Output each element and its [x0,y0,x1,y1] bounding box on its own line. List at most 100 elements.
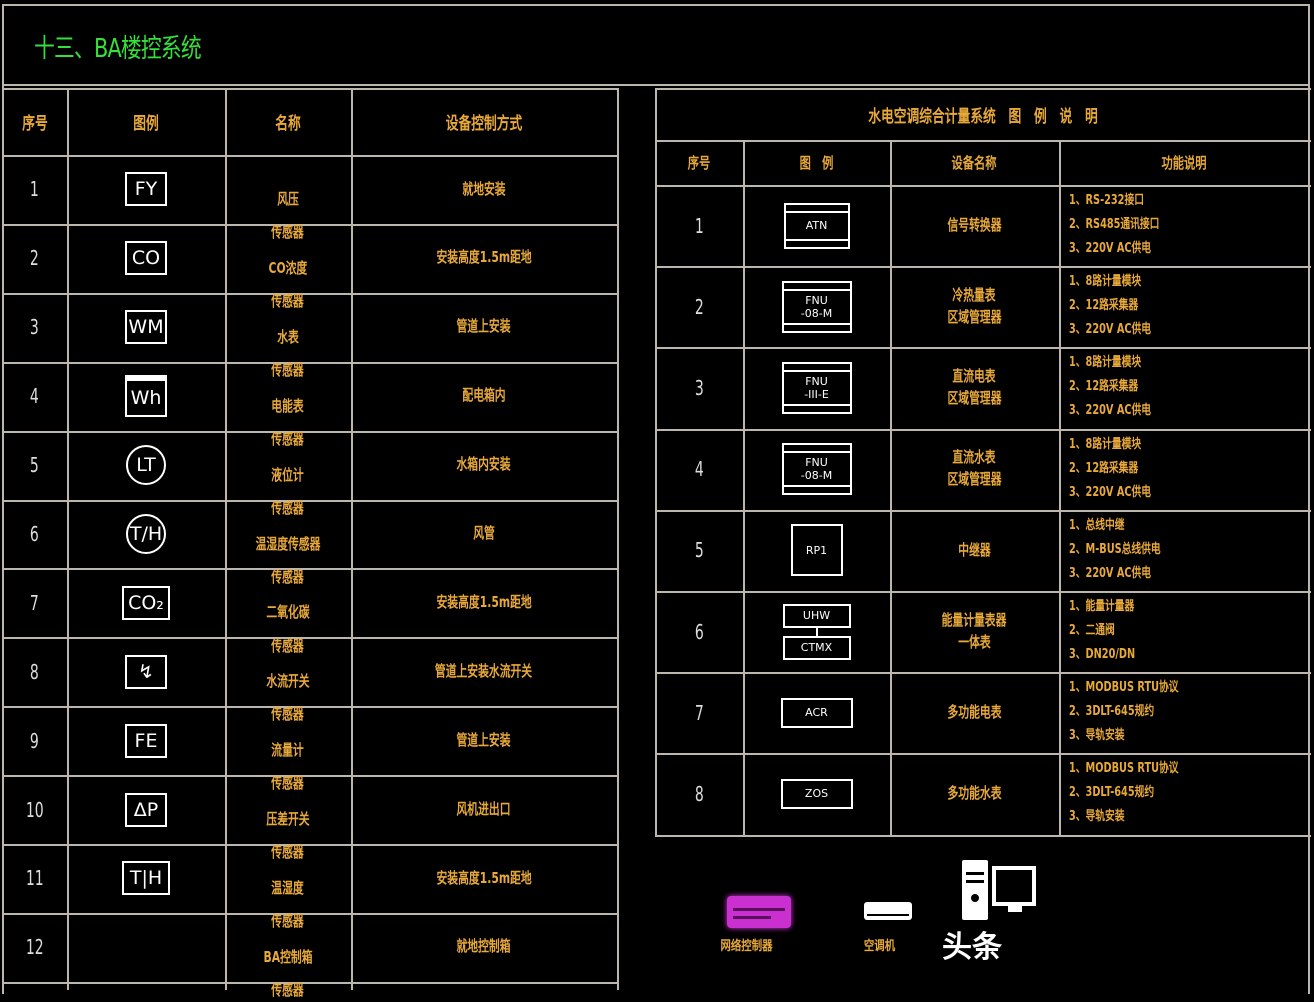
row-number-text: 5 [694,538,704,563]
device-name: 信号转换器 [890,185,1059,266]
device-symbol-icon: FNU -III-E [781,361,852,414]
device-symbol-cell: FNU -08-M [743,266,890,347]
row-name-text: BA控制箱 [263,947,313,966]
device-function-line: 3、220V AC供电 [1069,403,1152,419]
device-name: 多功能水表 [890,753,1059,834]
legend-symbol-wm-icon: WM [125,310,167,345]
device-function-line: 1、总线中继 [1069,517,1125,533]
row-number: 6 [2,500,67,569]
row-number: 5 [2,431,67,500]
device-symbol-icon: UHW [782,603,851,628]
row-name-text: 传感器 [271,292,305,311]
row-number: 3 [655,347,743,428]
device-name-text: 多功能电表 [947,702,1002,721]
device-function: 1、8路计量模块 2、12路采集器 3、220V AC供电 [1069,433,1249,506]
air-conditioner-icon [864,902,912,920]
device-symbol-cell: ATN [743,185,890,266]
column-header: 序号 [655,140,743,185]
device-symbol-icon: CTMX [782,635,851,660]
row-number-text: 8 [694,781,704,806]
row-number-text: 3 [694,375,704,400]
watermark: 头条 [942,930,1002,965]
legend-symbol-co-icon: CO₂ [122,585,170,620]
legend-symbol-cell: CO₂ [67,568,225,637]
row-control: 管道上安装水流开关 [351,637,617,706]
row-control: 配电箱内 [351,362,617,431]
column-divider [1059,140,1061,835]
device-function-line: 3、220V AC供电 [1069,484,1152,500]
legend-symbol-cell: T|H [67,844,225,913]
row-control-text: 风机进出口 [456,799,511,818]
connector-line [815,627,818,636]
row-name-text: 传感器 [271,843,305,862]
device-function: 1、MODBUS RTU协议 2、3DLT-645规约 3、导轨安装 [1069,757,1249,830]
row-name-text: 传感器 [271,360,305,379]
device-function-line: 1、MODBUS RTU协议 [1069,761,1179,777]
row-number: 1 [655,185,743,266]
row-control: 水箱内安装 [351,431,617,500]
column-header: 名称 [225,88,351,155]
legend-symbol-cell: CO [67,224,225,293]
device-function-line: 2、12路采集器 [1069,298,1139,314]
column-header-text: 名称 [275,114,301,134]
drawing-title: 十三、BA楼控系统 [34,34,202,64]
device-name: 直流水表 区域管理器 [890,429,1059,510]
row-control-text: 配电箱内 [462,386,506,405]
row-control: 风管 [351,500,617,569]
row-number: 10 [2,775,67,844]
device-name: 能量计量表器 一体表 [890,591,1059,672]
row-number: 11 [2,844,67,913]
row-name-text: 传感器 [271,705,305,724]
row-number: 4 [2,362,67,431]
column-header: 序号 [2,88,67,155]
row-control: 管道上安装 [351,706,617,775]
row-name: 流量计 传感器 [225,726,351,795]
row-name: 温湿度 传感器 [225,864,351,933]
column-header: 图 例 [743,140,890,185]
device-function-line: 3、导轨安装 [1069,809,1125,825]
column-header-text: 图 例 [799,154,834,172]
device-function: 1、能量计量器 2、二通阀 3、DN20/DN [1069,595,1249,668]
legend-symbol-cell: LT [67,431,225,500]
device-function-line: 3、220V AC供电 [1069,565,1152,581]
device-symbol-cell: ZOS [743,753,890,834]
row-divider [655,834,1311,837]
row-control-text: 管道上安装 [456,317,511,336]
device-symbol-cell: ACR [743,672,890,753]
device-symbol-icon: FNU -08-M [781,280,852,333]
device-name-text: 直流水表 [952,448,997,467]
row-name-text: 液位计 [271,465,305,484]
row-name: 温湿度传感器 传感器 [225,520,351,589]
legend-symbol-co-icon: CO [125,241,167,276]
legend-symbol--icon: ↯ [125,654,167,689]
device-name: 冷热量表 区域管理器 [890,266,1059,347]
device-name-text: 区域管理器 [947,470,1002,489]
row-name: 水流开关 传感器 [225,657,351,726]
row-number-text: 8 [30,659,39,684]
legend-symbol-cell: ↯ [67,637,225,706]
device-function: 1、8路计量模块 2、12路采集器 3、220V AC供电 [1069,270,1249,343]
row-control: 安装高度1.5m距地 [351,224,617,293]
row-control-text: 安装高度1.5m距地 [436,248,532,267]
table-title-text: 水电空调综合计量系统 图 例 说 明 [867,106,1098,127]
row-name-text: 水表 [277,327,299,346]
column-header-text: 设备控制方式 [445,114,523,134]
air-conditioner-label: 空调机 [863,939,896,954]
row-number: 12 [2,913,67,982]
device-symbol-cell: FNU -III-E [743,347,890,428]
row-control: 就地安装 [351,155,617,224]
row-control-text: 就地安装 [462,179,506,198]
network-controller-icon [727,896,791,928]
device-function-line: 2、M-BUS总线供电 [1069,541,1161,557]
row-number-text: 9 [30,728,39,753]
row-number-text: 7 [694,700,704,725]
column-header: 图例 [67,88,225,155]
row-name: CO浓度 传感器 [225,244,351,313]
row-number-text: 10 [25,797,44,822]
device-function-line: 3、导轨安装 [1069,728,1125,744]
legend-symbol-cell: WM [67,293,225,362]
device-name-text: 信号转换器 [947,215,1002,234]
column-header-text: 设备名称 [951,154,997,172]
device-symbol-icon: ZOS [780,778,853,809]
legend-symbol-cell: FY [67,155,225,224]
